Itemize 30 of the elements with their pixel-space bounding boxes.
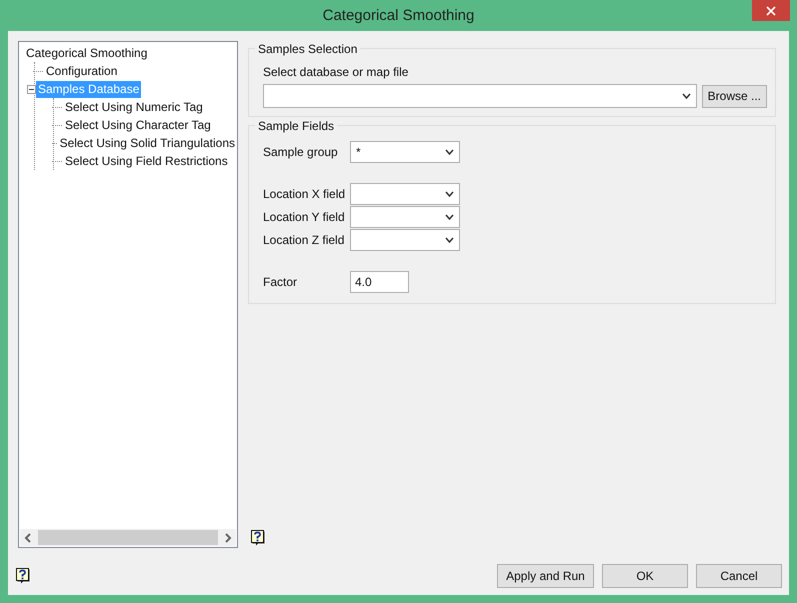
scroll-right-icon[interactable] (224, 532, 232, 542)
help-icon[interactable] (251, 530, 265, 546)
browse-button[interactable]: Browse ... (702, 84, 767, 108)
tree-item[interactable]: Select Using Solid Triangulations (58, 134, 237, 152)
dialog-button[interactable]: Cancel (696, 564, 782, 588)
field-label: Select database or map file (263, 65, 410, 79)
group-title: Sample Fields (255, 119, 338, 133)
group-title: Samples Selection (255, 42, 360, 56)
field-label: Location X field (263, 186, 346, 200)
field-label: Location Z field (263, 232, 346, 246)
tree-item[interactable]: Select Using Numeric Tag (63, 98, 205, 116)
tree-item[interactable]: Configuration (44, 62, 120, 80)
scrollbar-thumb[interactable] (38, 530, 218, 545)
help-icon[interactable] (16, 568, 30, 584)
collapse-toggle[interactable] (27, 84, 36, 94)
window-title: Categorical Smoothing (322, 7, 474, 24)
dialog-button[interactable]: OK (602, 564, 688, 588)
dialog-button[interactable]: Apply and Run (497, 564, 594, 588)
text-field[interactable]: 4.0 (350, 270, 409, 292)
tree-item[interactable]: Categorical Smoothing (24, 44, 150, 62)
field-label: Location Y field (263, 210, 346, 224)
dropdown[interactable]: * (350, 140, 460, 162)
scroll-left-icon[interactable] (24, 532, 32, 542)
close-icon (766, 6, 776, 16)
field-label: Sample group (263, 144, 339, 158)
field-label: Factor (263, 274, 298, 288)
close-button[interactable] (752, 0, 790, 21)
horizontal-scrollbar[interactable] (20, 529, 236, 546)
tree-item[interactable]: Select Using Character Tag (63, 116, 213, 134)
tree-item[interactable]: Select Using Field Restrictions (63, 152, 230, 170)
